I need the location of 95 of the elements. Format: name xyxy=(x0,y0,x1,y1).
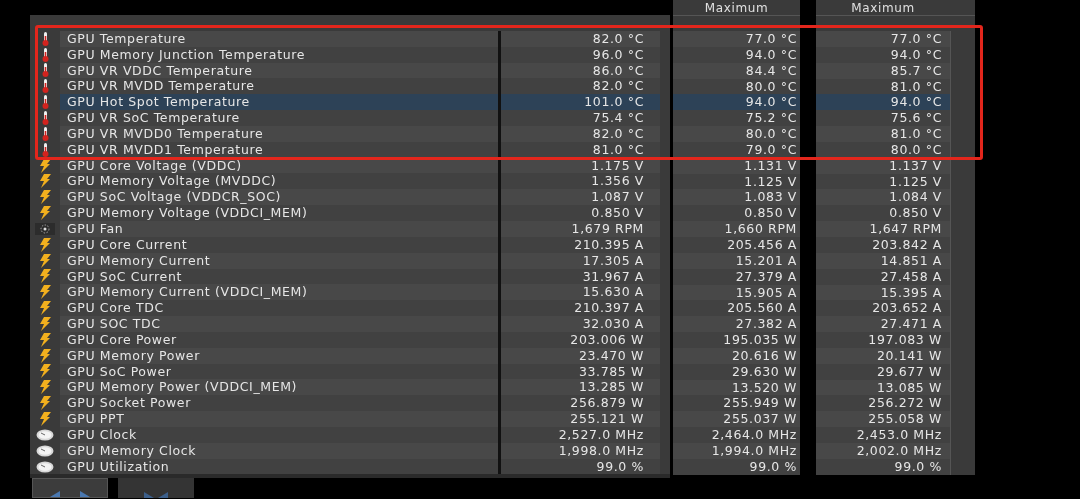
sensor-row[interactable]: GPU Memory Power (VDDCI_MEM) 13.285 W xyxy=(60,379,660,396)
sensor-label: GPU SoC Current xyxy=(66,268,183,285)
lightning-bolt-icon xyxy=(39,316,51,331)
sensor-label: GPU SoC Power xyxy=(66,363,173,380)
sensor-row[interactable]: GPU VR MVDD Temperature 82.0 °C xyxy=(60,78,660,95)
sensor-row[interactable]: GPU Memory Current (VDDCI_MEM) 15.630 A xyxy=(60,284,660,301)
nav-button[interactable] xyxy=(118,478,194,499)
sensor-label: GPU VR SoC Temperature xyxy=(66,110,241,126)
lightning-bolt-icon xyxy=(39,190,51,205)
gauge-icon xyxy=(36,428,54,441)
sensor-label: GPU Core Power xyxy=(66,331,178,348)
lightning-bolt-icon xyxy=(39,253,51,268)
left-arrow-icon xyxy=(158,492,168,499)
sensor-label: GPU Core Current xyxy=(66,236,189,253)
maximum-value: 94.0 °C xyxy=(673,94,800,111)
maximum-value: 77.0 °C xyxy=(673,31,800,47)
sensor-row[interactable]: GPU VR SoC Temperature 75.4 °C xyxy=(60,110,660,126)
maximum-value: 1.083 V xyxy=(673,189,800,206)
maximum-value: 256.272 W xyxy=(816,395,950,412)
left-arrow-icon xyxy=(50,491,60,498)
lightning-bolt-icon xyxy=(39,206,51,221)
sensor-row[interactable]: GPU PPT 255.121 W xyxy=(60,411,660,427)
lightning-bolt-icon xyxy=(39,269,51,284)
lightning-bolt-icon xyxy=(39,174,51,189)
sensor-label: GPU Memory Voltage (VDDCI_MEM) xyxy=(66,205,309,221)
lightning-bolt-icon xyxy=(39,332,51,347)
lightning-bolt-icon xyxy=(39,237,51,252)
lightning-bolt-icon xyxy=(39,364,51,379)
sensor-label: GPU Fan xyxy=(66,220,125,237)
maximum-value: 255.037 W xyxy=(673,411,800,428)
sensor-label: GPU Core TDC xyxy=(66,300,165,317)
sensor-label: GPU Memory Power (VDDCI_MEM) xyxy=(66,379,299,396)
maximum-value: 1.084 V xyxy=(816,189,950,206)
gauge-icon xyxy=(36,444,54,457)
sensor-label: GPU Memory Power xyxy=(66,347,201,364)
maximum-value: 75.6 °C xyxy=(816,110,950,127)
lightning-bolt-icon xyxy=(39,348,51,363)
sensor-label: GPU Memory Current (VDDCI_MEM) xyxy=(66,284,309,301)
sensor-row[interactable]: GPU Socket Power 256.879 W xyxy=(60,395,660,412)
maximum-value: 94.0 °C xyxy=(816,94,950,111)
sensor-label: GPU Memory Current xyxy=(66,252,212,269)
maximum-value: 203.652 A xyxy=(816,300,950,317)
maximum-value: 1,647 RPM xyxy=(816,221,950,237)
maximum-value: 255.949 W xyxy=(673,395,800,412)
gauge-icon xyxy=(36,460,54,473)
maximum-value: 0.850 V xyxy=(673,205,800,222)
maximum-value: 80.0 °C xyxy=(673,126,800,142)
nav-button[interactable] xyxy=(32,478,108,499)
column-header[interactable]: Maximum xyxy=(673,0,800,15)
sensor-row[interactable]: GPU SOC TDC 32.030 A xyxy=(60,316,660,332)
sensor-label: GPU VR MVDD1 Temperature xyxy=(66,141,265,158)
right-arrow-icon xyxy=(80,491,90,498)
sensor-row[interactable]: GPU Core TDC 210.397 A xyxy=(60,300,660,317)
maximum-value: 27.382 A xyxy=(673,316,800,333)
sensor-label: GPU Clock xyxy=(66,426,138,443)
sensor-label: GPU Temperature xyxy=(66,30,187,47)
sensor-label: GPU PPT xyxy=(66,411,126,427)
sensor-row[interactable]: GPU Hot Spot Temperature 101.0 °C xyxy=(60,94,660,111)
maximum-value: 205.560 A xyxy=(673,300,800,317)
sensor-label: GPU Utilization xyxy=(66,458,171,475)
maximum-value: 27.471 A xyxy=(816,316,950,333)
maximum-value: 1,660 RPM xyxy=(673,221,800,237)
maximum-value: 75.2 °C xyxy=(673,110,800,127)
maximum-value: 197.083 W xyxy=(816,332,950,348)
sensor-row[interactable]: GPU SoC Voltage (VDDCR_SOC) 1.087 V xyxy=(60,189,660,206)
sensor-row[interactable]: GPU Memory Voltage (VDDCI_MEM) 0.850 V xyxy=(60,205,660,221)
sensor-label: GPU VR MVDD Temperature xyxy=(66,78,256,95)
lightning-bolt-icon xyxy=(39,412,51,426)
sensor-label: GPU Core Voltage (VDDC) xyxy=(66,157,243,174)
lightning-bolt-icon xyxy=(39,301,51,316)
sensor-label: GPU VR VDDC Temperature xyxy=(66,62,254,79)
sensor-label: GPU Memory Junction Temperature xyxy=(66,46,307,63)
maximum-value: 195.035 W xyxy=(673,332,800,348)
fan-icon xyxy=(35,222,55,235)
sensor-label: GPU SoC Voltage (VDDCR_SOC) xyxy=(66,189,283,206)
sensor-label: GPU Memory Clock xyxy=(66,442,198,459)
sensor-label: GPU Socket Power xyxy=(66,395,192,412)
lightning-bolt-icon xyxy=(39,285,51,300)
column-header[interactable]: Maximum xyxy=(816,0,950,15)
maximum-value: 81.0 °C xyxy=(816,126,950,142)
sensor-row[interactable]: GPU Memory Voltage (MVDDC) 1.356 V xyxy=(60,173,660,190)
lightning-bolt-icon xyxy=(39,158,51,173)
sensor-label: GPU Memory Voltage (MVDDC) xyxy=(66,173,278,190)
maximum-value: 77.0 °C xyxy=(816,31,950,47)
current-value: 81.0 °C xyxy=(498,141,660,158)
maximum-value: 0.850 V xyxy=(816,205,950,222)
maximum-value: 2,453.0 MHz xyxy=(816,427,950,443)
maximum-value: 2,464.0 MHz xyxy=(673,427,800,443)
sensor-label: GPU SOC TDC xyxy=(66,316,162,332)
right-arrow-icon xyxy=(144,492,154,499)
lightning-bolt-icon xyxy=(39,396,51,411)
lightning-bolt-icon xyxy=(39,380,51,395)
maximum-value: 255.058 W xyxy=(816,411,950,428)
sensor-label: GPU Hot Spot Temperature xyxy=(66,94,251,111)
sensor-label: GPU VR MVDD0 Temperature xyxy=(66,125,265,142)
